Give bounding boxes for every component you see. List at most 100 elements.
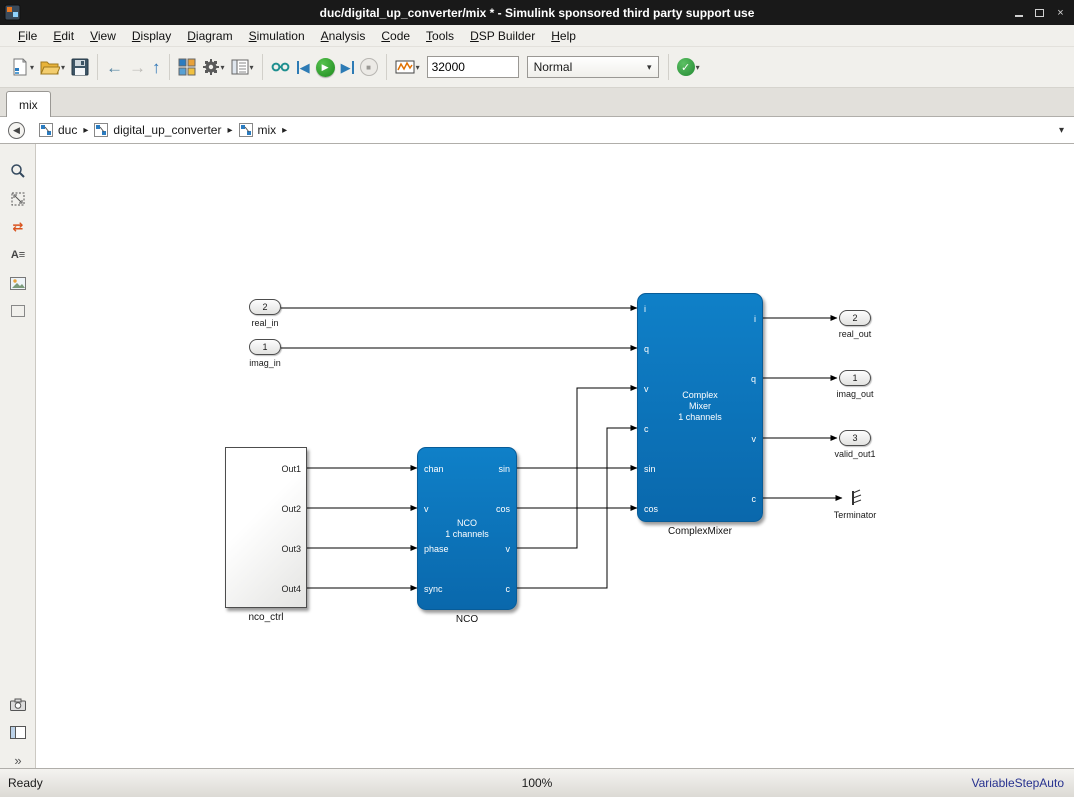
annotation-button[interactable]: A≡ <box>7 244 29 266</box>
menu-tools[interactable]: Tools <box>418 27 462 45</box>
update-diagram-button[interactable]: ⇄ <box>7 216 29 238</box>
block-terminator[interactable]: Terminator <box>823 489 887 520</box>
menu-dsp-builder[interactable]: DSP Builder <box>462 27 543 45</box>
connect-icon <box>271 59 291 75</box>
image-icon <box>10 277 26 290</box>
model-explorer-button[interactable]: ▾ <box>228 53 257 81</box>
stop-button[interactable]: ■ <box>357 53 381 81</box>
new-model-button[interactable]: ▾ <box>8 53 37 81</box>
inport-oval[interactable]: 1 <box>249 339 281 355</box>
nco-port-sin: sin <box>498 464 510 474</box>
outport-oval[interactable]: 2 <box>839 310 871 326</box>
inport-oval[interactable]: 2 <box>249 299 281 315</box>
menu-simulation[interactable]: Simulation <box>241 27 313 45</box>
model-browser-panel-button[interactable] <box>7 721 29 743</box>
model-explorer-icon <box>231 59 249 75</box>
menu-display[interactable]: Display <box>124 27 179 45</box>
scope-waveform-icon <box>395 59 415 75</box>
run-button[interactable]: ▶ <box>313 53 338 81</box>
up-to-parent-button[interactable]: ↑ <box>149 53 164 81</box>
nco-ctrl-port-out4: Out4 <box>281 584 301 594</box>
nco-port-sync: sync <box>424 584 443 594</box>
inport-imag-in[interactable]: 1 imag_in <box>233 339 297 368</box>
chevron-down-icon: ▾ <box>250 63 254 72</box>
toolbar-separator <box>668 54 669 80</box>
tab-label: mix <box>19 98 38 112</box>
menu-edit[interactable]: Edit <box>45 27 82 45</box>
diagram-canvas[interactable]: 2 real_in 1 imag_in Out1 Out2 Out3 Out4 … <box>36 144 1074 768</box>
outport-imag-out[interactable]: 1 imag_out <box>823 370 887 399</box>
inport-real-in[interactable]: 2 real_in <box>233 299 297 328</box>
maximize-button[interactable] <box>1032 5 1047 20</box>
nco-port-cos: cos <box>496 504 510 514</box>
step-forward-icon: ▶ <box>341 61 354 74</box>
simulation-display-button[interactable]: ▾ <box>392 53 423 81</box>
run-icon: ▶ <box>316 58 335 77</box>
toolbar-separator <box>169 54 170 80</box>
inport-label: imag_in <box>233 358 297 368</box>
model-configuration-button[interactable]: ▾ <box>199 53 228 81</box>
simulation-stop-time-input[interactable] <box>427 56 519 78</box>
solver-name[interactable]: VariableStepAuto <box>971 776 1074 790</box>
library-browser-button[interactable] <box>175 53 199 81</box>
menu-file[interactable]: File <box>10 27 45 45</box>
step-back-button[interactable]: ◀ <box>294 53 313 81</box>
image-annotation-button[interactable] <box>7 272 29 294</box>
box-outline-icon <box>11 305 25 317</box>
close-button[interactable]: × <box>1053 5 1068 20</box>
chevrons-right-icon: » <box>14 753 21 768</box>
fit-to-view-button[interactable] <box>7 188 29 210</box>
breadcrumb-separator-icon: ▸ <box>83 125 88 136</box>
back-button[interactable]: ← <box>103 53 126 81</box>
annotation-icon: A≡ <box>11 249 25 261</box>
mixer-port-q-out: q <box>751 374 756 384</box>
inport-label: real_in <box>233 318 297 328</box>
model-browser-toggle-button[interactable]: ◀ <box>8 122 25 139</box>
step-forward-button[interactable]: ▶ <box>338 53 357 81</box>
mixer-title-line2: Mixer <box>638 401 762 412</box>
menu-code[interactable]: Code <box>373 27 418 45</box>
toolbar-separator <box>97 54 98 80</box>
save-button[interactable] <box>68 53 92 81</box>
forward-button[interactable]: → <box>126 53 149 81</box>
nco-title-line1: NCO <box>418 518 516 529</box>
mixer-title-line1: Complex <box>638 390 762 401</box>
window-title: duc/digital_up_converter/mix * - Simulin… <box>0 6 1074 20</box>
menu-diagram[interactable]: Diagram <box>179 27 240 45</box>
up-arrow-icon: ↑ <box>152 59 161 76</box>
new-model-icon <box>11 58 29 76</box>
minimize-button[interactable] <box>1011 5 1026 20</box>
open-button[interactable]: ▾ <box>37 53 68 81</box>
menu-view[interactable]: View <box>82 27 124 45</box>
build-check-button[interactable]: ✓ ▾ <box>674 53 703 81</box>
breadcrumb-item-digital-up-converter[interactable]: digital_up_converter <box>94 123 221 137</box>
breadcrumb-item-mix[interactable]: mix <box>239 123 277 137</box>
green-check-icon: ✓ <box>677 58 695 76</box>
viewmarks-button[interactable] <box>7 693 29 715</box>
area-box-button[interactable] <box>7 300 29 322</box>
block-nco-ctrl[interactable]: Out1 Out2 Out3 Out4 <box>225 447 307 608</box>
breadcrumb-dropdown-button[interactable]: ▾ <box>1059 125 1064 136</box>
breadcrumb-item-duc[interactable]: duc <box>39 123 77 137</box>
window-controls: × <box>1011 5 1070 20</box>
simulation-mode-select[interactable]: Normal ▾ <box>527 56 659 78</box>
zoom-button[interactable] <box>7 160 29 182</box>
outport-label: real_out <box>823 329 887 339</box>
simulink-window: { "window": { "title": "duc/digital_up_c… <box>0 0 1074 797</box>
menu-analysis[interactable]: Analysis <box>313 27 374 45</box>
block-complex-mixer[interactable]: i q v c sin cos i q v c Complex Mixer 1 … <box>637 293 763 522</box>
outport-real-out[interactable]: 2 real_out <box>823 310 887 339</box>
mixer-block-title: Complex Mixer 1 channels <box>638 390 762 423</box>
block-nco[interactable]: chan v phase sync sin cos v c NCO 1 chan… <box>417 447 517 610</box>
breadcrumb-label: mix <box>258 123 277 137</box>
outport-oval[interactable]: 1 <box>839 370 871 386</box>
outport-valid-out1[interactable]: 3 valid_out1 <box>823 430 887 459</box>
chevron-down-icon: ▾ <box>647 62 652 73</box>
open-folder-icon <box>40 58 60 76</box>
connect-to-target-button[interactable] <box>268 53 294 81</box>
menu-help[interactable]: Help <box>543 27 584 45</box>
tab-mix[interactable]: mix <box>6 91 51 117</box>
breadcrumb-label: duc <box>58 123 77 137</box>
outport-oval[interactable]: 3 <box>839 430 871 446</box>
nco-port-c-out: c <box>506 584 511 594</box>
